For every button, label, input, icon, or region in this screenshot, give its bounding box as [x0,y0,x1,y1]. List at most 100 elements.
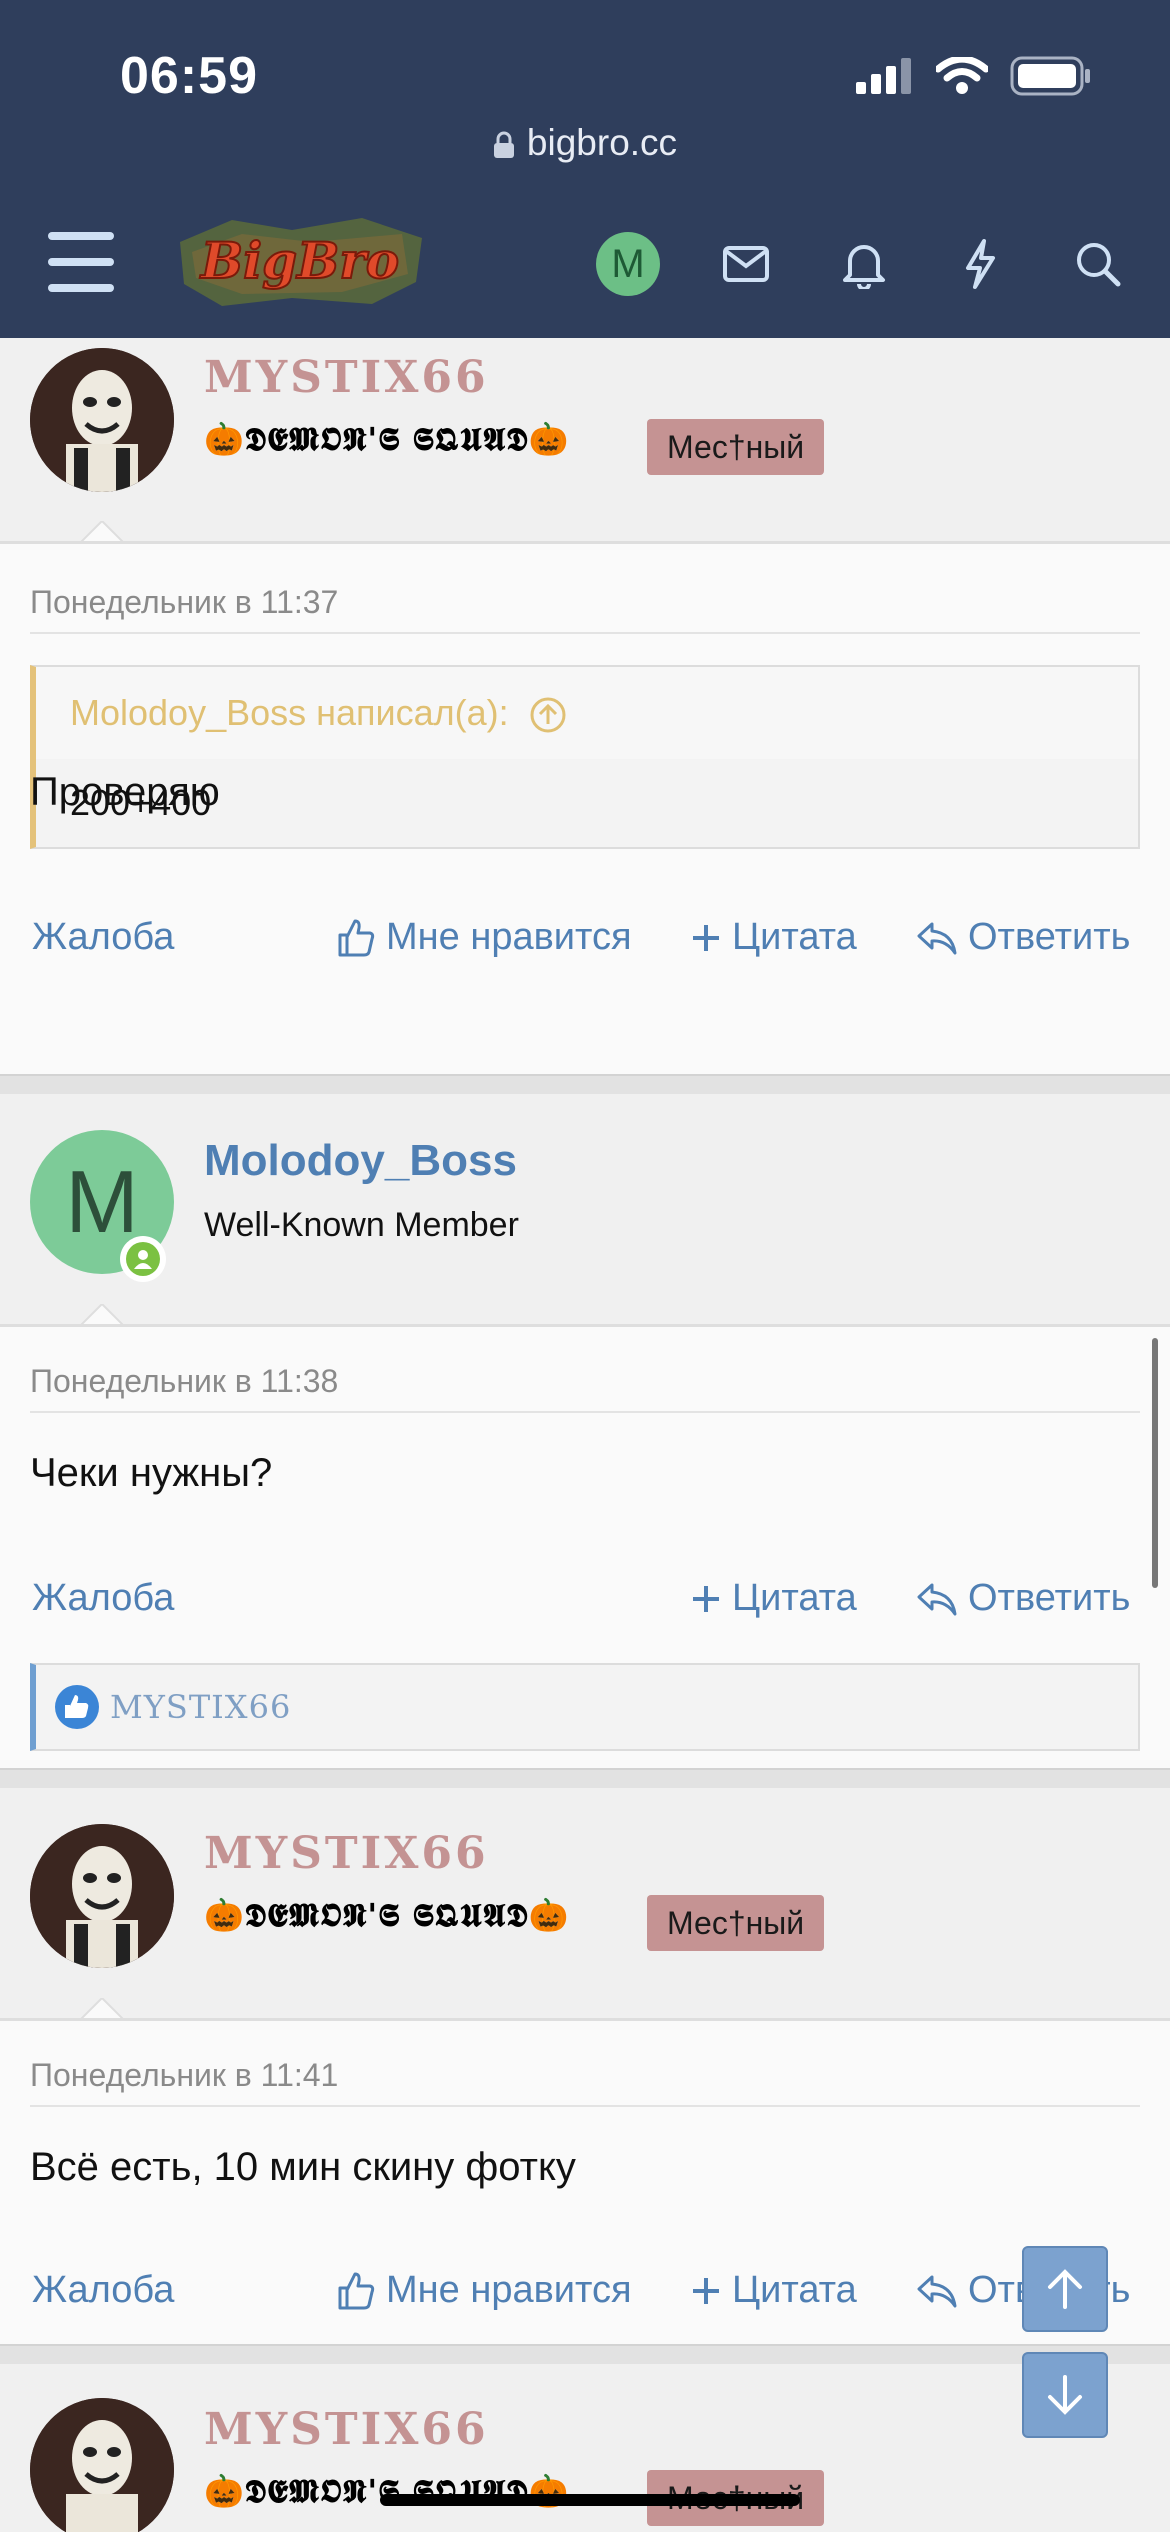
home-indicator[interactable] [380,2494,800,2506]
like-reaction-icon [55,1685,99,1729]
status-time: 06:59 [120,47,258,105]
speech-arrow [80,521,124,543]
avatar[interactable] [30,348,174,492]
avatar[interactable] [30,1824,174,1968]
alerts-button[interactable] [834,234,894,294]
inbox-button[interactable] [716,234,776,294]
like-button[interactable]: Мне нравится [336,916,632,959]
url-bar[interactable]: bigbro.cc [0,122,1170,164]
avatar-image [30,1824,174,1968]
user-banner: Мес†ный [647,419,825,475]
search-icon [1077,243,1121,287]
post-actions: Жалоба Цитата Ответить [0,1577,1170,1637]
avatar-image [30,348,174,492]
cellular-signal-icon [856,58,911,94]
envelope-icon [723,246,769,282]
username[interactable]: MYSTIX66 [204,1828,489,1879]
report-button[interactable]: Жалоба [32,2269,174,2312]
plus-icon [693,924,719,951]
report-label: Жалоба [32,916,175,958]
menu-icon-line [48,232,114,240]
username[interactable]: Molodoy_Boss [204,1136,517,1186]
plus-icon [693,2277,719,2304]
user-avatar[interactable]: M [596,232,660,296]
scroll-top-button[interactable] [1022,2246,1108,2332]
report-label: Жалоба [32,1577,175,1619]
username[interactable]: MYSTIX66 [204,2404,489,2455]
post: MYSTIX66 🎃𝕯𝕰𝕸𝕺𝕹'𝕾 𝕾𝕼𝖀𝕬𝕯🎃 Мес†ный Понедел… [0,1788,1170,2344]
top-bar: 06:59 bigbro.cc BigBro M [0,0,1170,338]
reactions-bar[interactable]: MYSTIX66 [30,1663,1140,1751]
reply-button[interactable]: Ответить [916,1577,1130,1620]
quote-button[interactable]: Цитата [690,916,857,959]
quote-button[interactable]: Цитата [690,2269,857,2312]
reply-label: Ответить [968,916,1131,958]
site-nav: BigBro M [0,210,1170,320]
site-logo[interactable]: BigBro [172,212,432,312]
user-squad-title: 🎃𝕯𝕰𝕸𝕺𝕹'𝕾 𝕾𝕼𝖀𝕬𝕯🎃 [204,1896,570,1934]
menu-button[interactable] [48,232,114,292]
post-date[interactable]: Понедельник в 11:37 [30,584,338,621]
scroll-bottom-button[interactable] [1022,2352,1108,2438]
logo-text: BigBro [199,231,399,290]
liked-by-user[interactable]: MYSTIX66 [110,1688,291,1726]
quote-label: Цитата [732,2269,857,2311]
post-actions: Жалоба Мне нравится Цитата Ответить [0,916,1170,976]
divider [30,1411,1140,1413]
reply-button[interactable]: Ответить [916,916,1130,959]
post: MYSTIX66 🎃𝕯𝕰𝕸𝕺𝕹'𝕾 𝕾𝕼𝖀𝕬𝕯🎃 Мес†ный [0,2364,1170,2532]
search-button[interactable] [1068,234,1128,294]
reply-label: Ответить [968,1577,1131,1619]
post-date[interactable]: Понедельник в 11:38 [30,1363,338,1400]
reply-icon [917,2275,957,2307]
like-button[interactable]: Мне нравится [336,2269,632,2312]
report-label: Жалоба [32,2269,175,2311]
post-separator [0,1074,1170,1094]
avatar-image [30,2398,174,2532]
avatar[interactable] [30,2398,174,2532]
message-text: Проверяю [30,770,220,814]
thumbs-up-icon [338,919,375,956]
post-body: Понедельник в 11:41 Всё есть, 10 мин ски… [0,2018,1170,2344]
message-text: Всё есть, 10 мин скину фотку [30,2145,576,2189]
post-author: M Molodoy_Boss Well-Known Member [0,1094,1170,1326]
user-title: Well-Known Member [204,1206,519,1244]
message-text: Чеки нужны? [30,1451,273,1495]
quote-author-text: Molodoy_Boss написал(а): [70,692,509,733]
post: MYSTIX66 🎃𝕯𝕰𝕸𝕺𝕹'𝕾 𝕾𝕼𝖀𝕬𝕯🎃 Мес†ный Понедел… [0,338,1170,1074]
post-author: MYSTIX66 🎃𝕯𝕰𝕸𝕺𝕹'𝕾 𝕾𝕼𝖀𝕬𝕯🎃 Мес†ный [0,338,1170,543]
whats-new-button[interactable] [950,234,1010,294]
post-author: MYSTIX66 🎃𝕯𝕰𝕸𝕺𝕹'𝕾 𝕾𝕼𝖀𝕬𝕯🎃 Мес†ный [0,2364,1170,2532]
post-date[interactable]: Понедельник в 11:41 [30,2057,338,2094]
quote-author[interactable]: Molodoy_Boss написал(а): [36,667,1138,759]
online-indicator [120,1236,166,1282]
user-squad-title: 🎃𝕯𝕰𝕸𝕺𝕹'𝕾 𝕾𝕼𝖀𝕬𝕯🎃 [204,420,570,458]
divider [30,632,1140,634]
battery-icon [1010,56,1090,96]
user-online-icon [134,1250,152,1269]
report-button[interactable]: Жалоба [32,916,174,959]
arrow-up-icon [1048,2269,1082,2309]
lock-icon [493,131,514,159]
post-actions: Жалоба Мне нравится Цитата Ответить [0,2269,1170,2329]
username[interactable]: MYSTIX66 [204,352,489,403]
scrollbar[interactable] [1152,1338,1158,1588]
system-status-icons [856,56,1092,96]
menu-icon-line [48,284,114,292]
quote-label: Цитата [732,916,857,958]
post: M Molodoy_Boss Well-Known Member Понедел… [0,1094,1170,1768]
bell-icon [843,245,885,289]
post-separator [0,2344,1170,2364]
arrow-down-icon [1048,2375,1082,2415]
quote-block: Molodoy_Boss написал(а): 200+400 [30,665,1140,849]
quote-label: Цитата [732,1577,857,1619]
quote-button[interactable]: Цитата [690,1577,857,1620]
post-author: MYSTIX66 🎃𝕯𝕰𝕸𝕺𝕹'𝕾 𝕾𝕼𝖀𝕬𝕯🎃 Мес†ный [0,1788,1170,2020]
url-text: bigbro.cc [526,122,678,163]
wifi-icon [936,57,988,94]
thumbs-up-icon [338,2272,375,2309]
divider [30,2105,1140,2107]
plus-icon [693,1585,719,1612]
post-body: Понедельник в 11:38 Чеки нужны? Жалоба Ц… [0,1324,1170,1768]
report-button[interactable]: Жалоба [32,1577,174,1620]
